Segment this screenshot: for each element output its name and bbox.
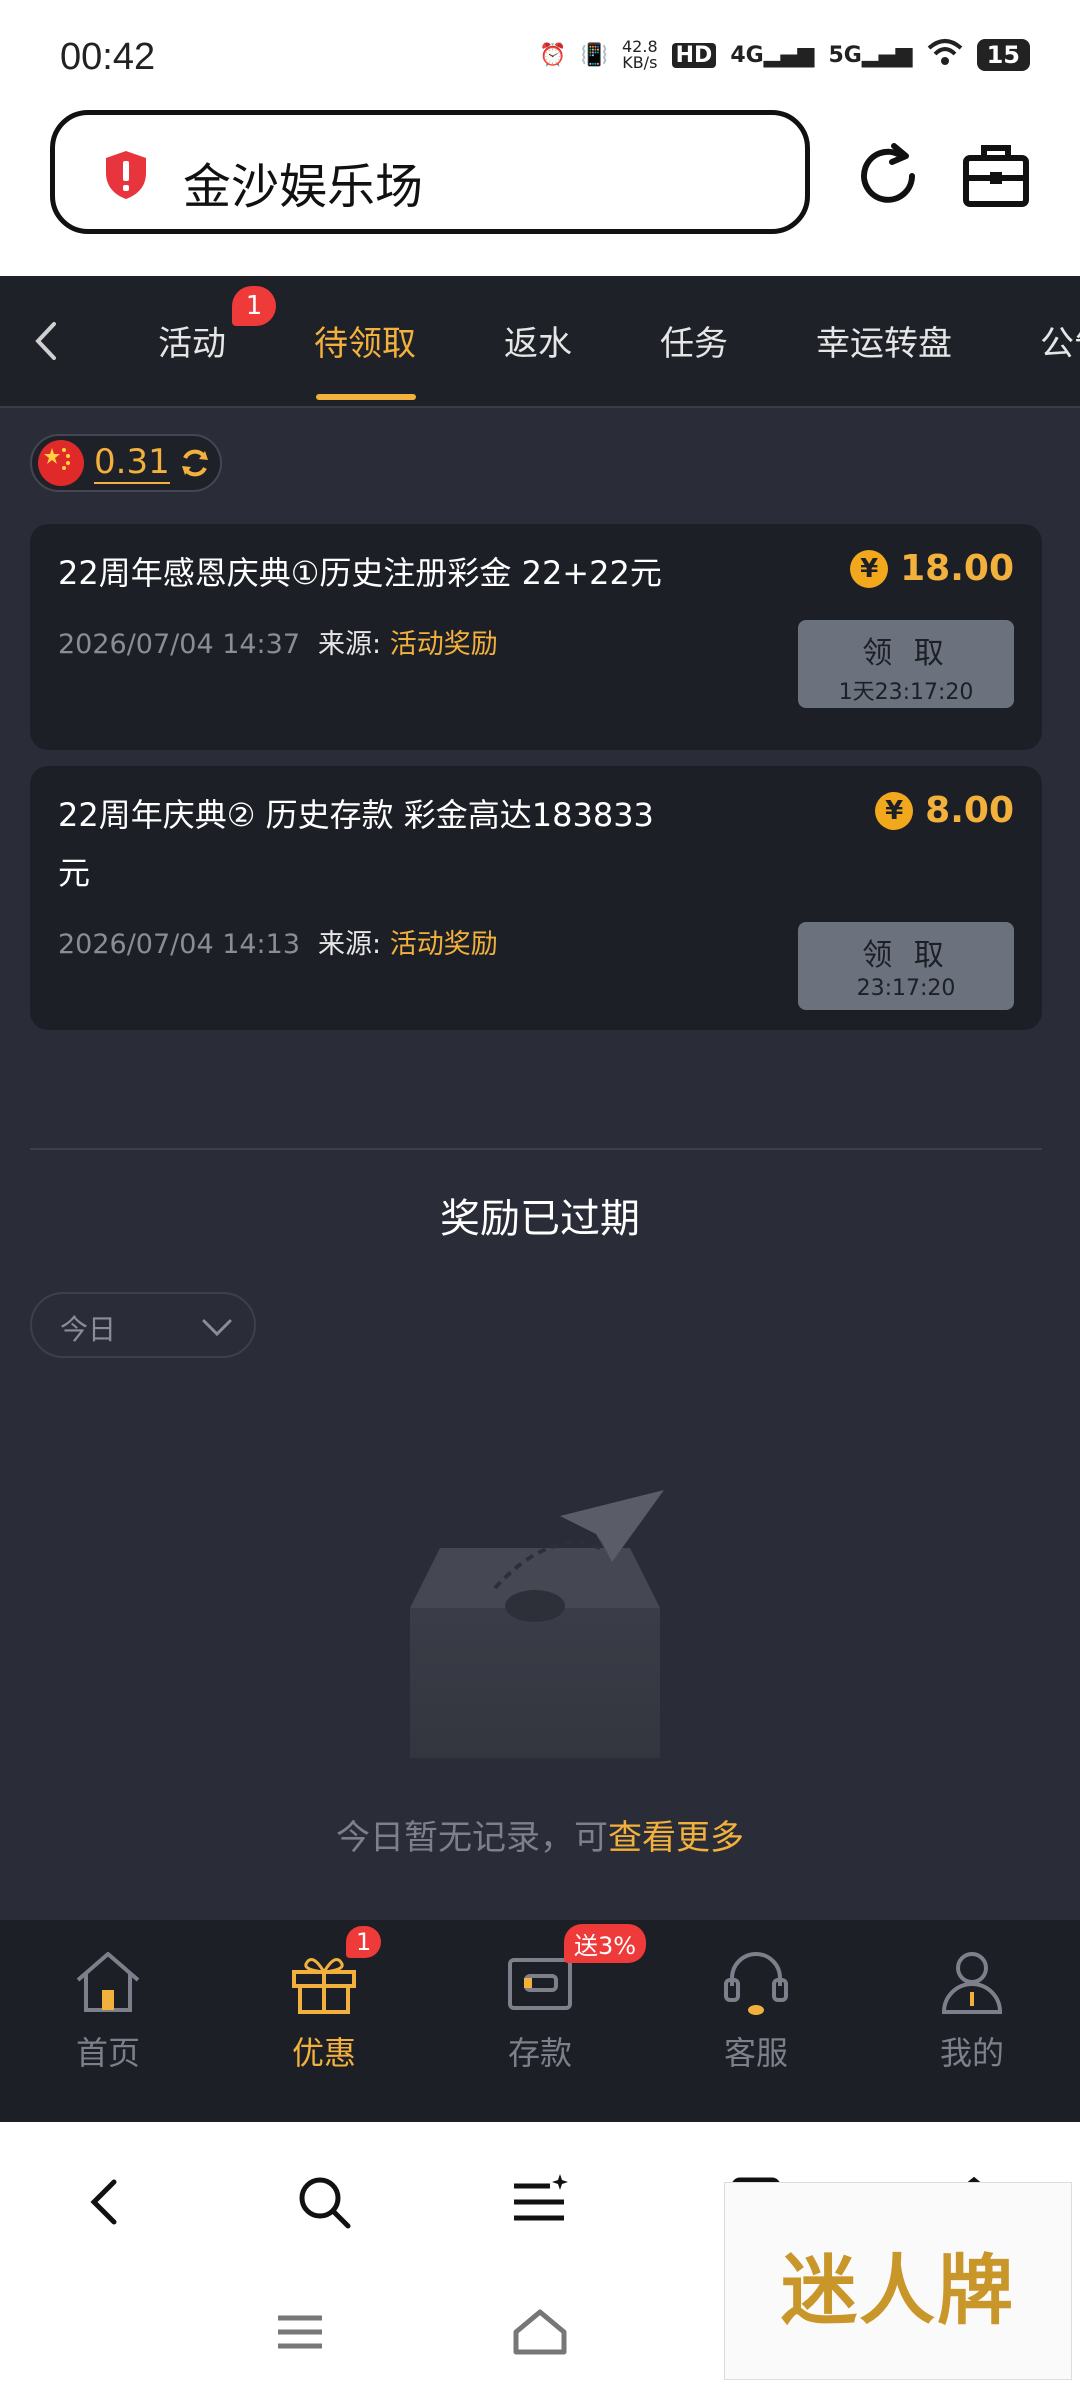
reward-amount: ¥ 18.00 bbox=[850, 548, 1014, 589]
reward-card: 22周年感恩庆典①历史注册彩金 22+22元 ¥ 18.00 2026/07/0… bbox=[30, 524, 1042, 750]
tab-rebate[interactable]: 返水 bbox=[504, 316, 572, 365]
empty-box-illustration bbox=[410, 1490, 664, 1758]
user-icon bbox=[941, 1952, 1003, 2014]
claim-timer: 23:17:20 bbox=[856, 976, 956, 1001]
status-bar: 00:42 ⏰ 📳 42.8 KB/s HD 4G▂▄▆ 5G▂▄▆ 15 bbox=[0, 0, 1080, 100]
chevron-down-icon bbox=[202, 1319, 232, 1337]
shield-warning-icon[interactable] bbox=[103, 149, 149, 201]
claim-button[interactable]: 领 取 23:17:20 bbox=[798, 922, 1014, 1010]
reward-source-label: 来源: bbox=[318, 929, 382, 960]
tab-tasks[interactable]: 任务 bbox=[660, 316, 728, 365]
balance-pill[interactable]: 0.31 bbox=[30, 434, 222, 492]
browser-back-icon[interactable] bbox=[76, 2172, 136, 2232]
battery-icon: 15 bbox=[976, 39, 1030, 71]
reward-source-value: 活动奖励 bbox=[389, 929, 498, 960]
home-icon bbox=[76, 1952, 140, 2012]
reward-title: 22周年感恩庆典①历史注册彩金 22+22元 bbox=[58, 554, 662, 592]
nav-profile[interactable]: 我的 bbox=[864, 1920, 1080, 2122]
back-arrow-icon[interactable] bbox=[26, 316, 66, 366]
menu-sparkle-icon[interactable] bbox=[510, 2172, 570, 2232]
net-speed: 42.8 KB/s bbox=[622, 37, 658, 72]
date-filter-select[interactable]: 今日 bbox=[30, 1292, 256, 1358]
nav-promotions-badge: 1 bbox=[346, 1926, 382, 1958]
signal-4g-icon: 4G▂▄▆ bbox=[730, 42, 815, 68]
reward-source-value: 活动奖励 bbox=[389, 629, 498, 660]
nav-home[interactable]: 首页 bbox=[0, 1920, 216, 2122]
reward-title: 22周年庆典② 历史存款 彩金高达183833 元 bbox=[58, 796, 654, 892]
claim-button[interactable]: 领 取 1天23:17:20 bbox=[798, 620, 1014, 708]
china-flag-icon bbox=[38, 440, 84, 486]
nav-deposit[interactable]: 送3% 存款 bbox=[432, 1920, 648, 2122]
wifi-icon bbox=[927, 38, 963, 72]
tab-activities-badge: 1 bbox=[232, 286, 276, 326]
empty-state-text: 今日暂无记录，可查看更多 bbox=[336, 1818, 744, 1858]
watermark-logo: 迷人牌 bbox=[724, 2182, 1072, 2380]
expired-section-title: 奖励已过期 bbox=[440, 1196, 640, 1242]
balance-refresh-icon[interactable] bbox=[178, 446, 212, 480]
search-icon[interactable] bbox=[294, 2172, 354, 2232]
recent-apps-icon[interactable] bbox=[270, 2302, 330, 2362]
nav-deposit-badge: 送3% bbox=[564, 1924, 647, 1963]
bottom-nav: 首页 1 优惠 送3% 存款 客服 我的 bbox=[0, 1920, 1080, 2122]
tab-pending-claim[interactable]: 待领取 bbox=[314, 316, 416, 365]
yen-coin-icon: ¥ bbox=[850, 549, 889, 588]
nav-promotions[interactable]: 1 优惠 bbox=[216, 1920, 432, 2122]
vibrate-icon: 📳 bbox=[580, 42, 608, 68]
reward-source-label: 来源: bbox=[318, 629, 382, 660]
tab-lucky-wheel[interactable]: 幸运转盘 bbox=[816, 316, 952, 365]
headset-icon bbox=[724, 1952, 788, 2015]
tab-active-indicator bbox=[316, 394, 416, 400]
alarm-icon: ⏰ bbox=[539, 42, 567, 68]
app-content: 活动 1 待领取 返水 任务 幸运转盘 公告 0.31 22周年感恩庆典①历史注… bbox=[0, 276, 1080, 2122]
system-home-icon[interactable] bbox=[510, 2302, 570, 2362]
claim-timer: 1天23:17:20 bbox=[838, 680, 974, 705]
reward-meta: 2026/07/04 14:37 来源: 活动奖励 bbox=[58, 622, 498, 661]
tab-activities[interactable]: 活动 bbox=[158, 316, 226, 365]
status-time: 00:42 bbox=[60, 36, 156, 78]
signal-5g-icon: 5G▂▄▆ bbox=[828, 42, 913, 68]
reward-amount: ¥ 8.00 bbox=[875, 790, 1014, 831]
address-bar[interactable]: 金沙娱乐场 bbox=[50, 110, 810, 234]
yen-coin-icon: ¥ bbox=[875, 791, 914, 830]
reward-card: 22周年庆典② 历史存款 彩金高达183833 元 ¥ 8.00 2026/07… bbox=[30, 766, 1042, 1030]
toolbox-icon[interactable] bbox=[960, 140, 1032, 212]
url-title[interactable]: 金沙娱乐场 bbox=[183, 147, 423, 217]
reward-meta: 2026/07/04 14:13 来源: 活动奖励 bbox=[58, 922, 498, 961]
status-icons: ⏰ 📳 42.8 KB/s HD 4G▂▄▆ 5G▂▄▆ 15 bbox=[539, 38, 1030, 72]
refresh-icon[interactable] bbox=[850, 138, 926, 214]
section-divider bbox=[30, 1148, 1042, 1150]
tab-bar: 活动 1 待领取 返水 任务 幸运转盘 公告 bbox=[0, 276, 1080, 408]
watermark-text: 迷人牌 bbox=[781, 2246, 1015, 2335]
nav-support[interactable]: 客服 bbox=[648, 1920, 864, 2122]
reward-date: 2026/07/04 14:13 bbox=[58, 929, 301, 960]
date-filter-value: 今日 bbox=[60, 1313, 117, 1346]
tab-announcements[interactable]: 公告 bbox=[1040, 316, 1080, 365]
balance-value: 0.31 bbox=[94, 442, 170, 484]
hd-icon: HD bbox=[671, 42, 717, 68]
view-more-link[interactable]: 查看更多 bbox=[608, 1818, 744, 1858]
reward-date: 2026/07/04 14:37 bbox=[58, 629, 301, 660]
